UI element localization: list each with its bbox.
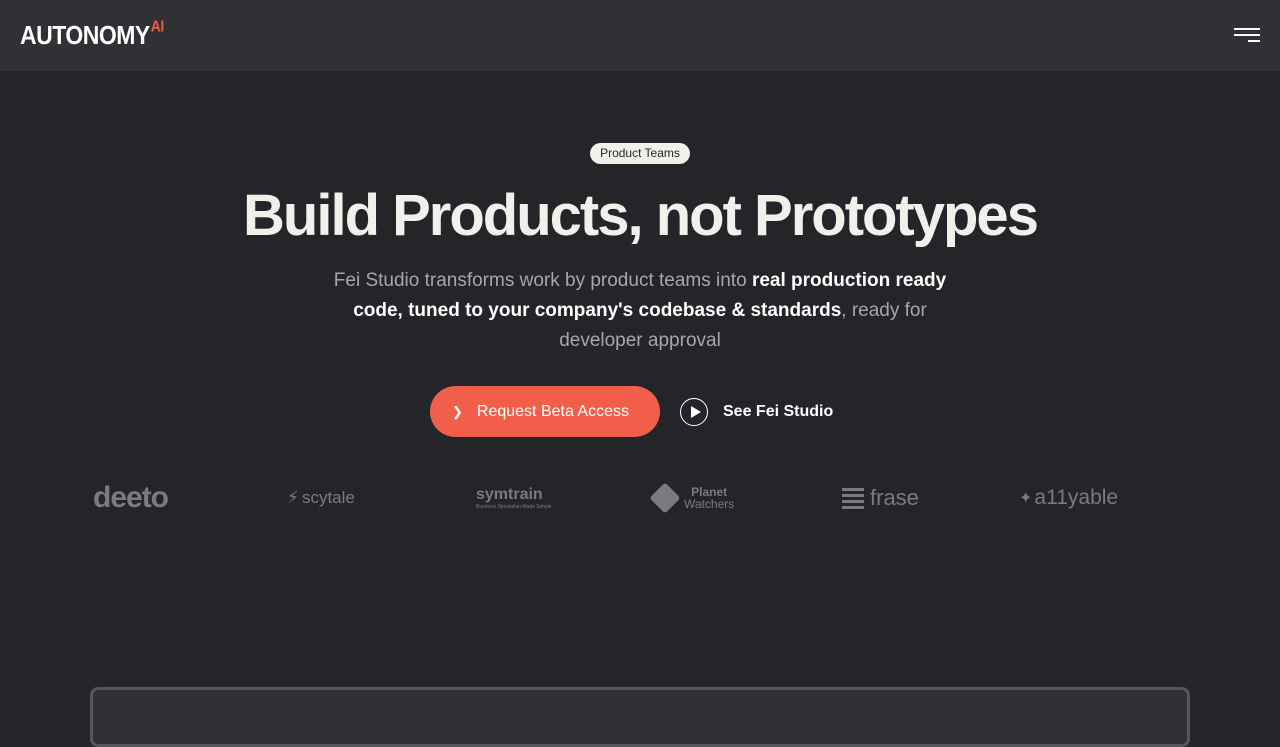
watch-label: See Fei Studio (723, 403, 834, 420)
chevron-right-icon: ❯ (452, 403, 463, 419)
autonomy-ai-logo[interactable]: AUTONOMY AI (20, 17, 165, 50)
deeto-logo: deeto (93, 481, 169, 514)
play-icon (680, 398, 708, 426)
frase-logo: frase (842, 478, 919, 518)
logo-text: AUTONOMY (20, 20, 150, 50)
planet-watchers-logo: Planet Watchers (649, 478, 734, 518)
request-beta-access-button[interactable]: ❯ Request Beta Access (430, 386, 660, 437)
hero-subtitle: Fei Studio transforms work by product te… (310, 266, 970, 356)
allyable-logo: ✦ a11yable (1019, 486, 1119, 509)
see-fei-studio-button[interactable]: See Fei Studio (680, 397, 833, 427)
frase-bars-icon (842, 487, 864, 509)
hamburger-menu-icon[interactable] (1232, 26, 1260, 46)
symtrain-logo: symtrain Business Simulation Made Simple (476, 486, 552, 510)
top-navbar: AUTONOMY AI (0, 0, 1280, 71)
diamond-icon (649, 482, 681, 514)
product-preview-frame (90, 687, 1190, 747)
customer-logos: deeto ⚡︎ scytale symtrain Business Simulat… (0, 478, 1280, 518)
person-icon: ✦ (1019, 490, 1033, 507)
logo-ai-superscript: AI (150, 17, 165, 35)
scytale-logo: ⚡︎ scytale (287, 488, 355, 507)
product-teams-badge: Product Teams (590, 143, 690, 164)
cta-label: Request Beta Access (476, 402, 629, 420)
lightning-icon: ⚡︎ (287, 488, 299, 507)
subtitle-part-1: Fei Studio transforms work by product te… (333, 270, 752, 291)
hero-headline: Build Products, not Prototypes (243, 183, 1039, 248)
